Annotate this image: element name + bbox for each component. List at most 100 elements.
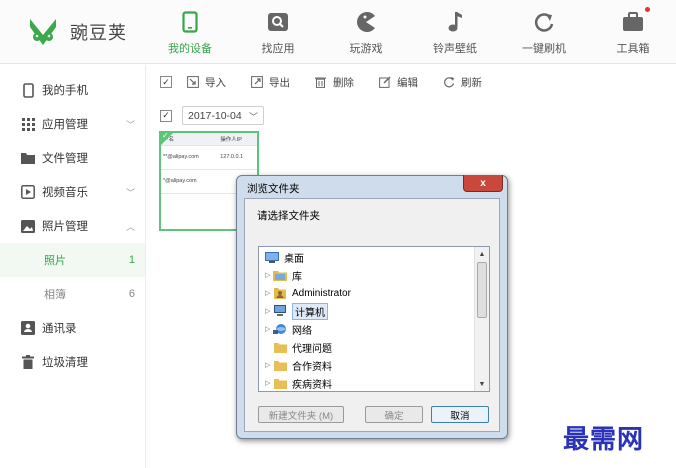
expand-arrow-icon[interactable]: ▷ <box>265 361 273 369</box>
nav-toolbox[interactable]: 工具箱 <box>588 8 676 60</box>
export-label: 导出 <box>269 76 290 89</box>
tree-item-label: 网络 <box>292 325 312 337</box>
ok-button[interactable]: 确定 <box>365 406 423 423</box>
folder-tree[interactable]: 桌面 ▷ 库 ▷ Administrator ▷ 计算机 ▷ 网络 代理问题 ▷… <box>258 246 490 392</box>
tree-item-administrator[interactable]: ▷ Administrator <box>265 284 351 302</box>
tree-item-computer[interactable]: ▷ 计算机 <box>265 302 328 320</box>
app-search-icon <box>233 8 323 36</box>
date-filter-row: ✓ 2017-10-04 ﹀ <box>160 106 264 125</box>
edit-icon <box>378 76 391 89</box>
sidebar-item-label: 垃圾清理 <box>42 357 88 369</box>
thumb-cell: 127.0.0.1 <box>218 145 257 170</box>
import-button[interactable]: 导入 <box>186 75 226 90</box>
sidebar-item-label: 相簿 <box>44 289 66 301</box>
phone-icon <box>20 82 36 98</box>
tree-item-label: Administrator <box>292 287 351 299</box>
select-all-checkbox[interactable]: ✓ <box>160 76 172 88</box>
close-button[interactable]: x <box>463 175 503 192</box>
expand-arrow-icon[interactable]: ▷ <box>265 289 273 297</box>
tree-item-label: 库 <box>292 271 302 283</box>
user-folder-icon <box>273 287 287 299</box>
notification-dot <box>645 7 650 12</box>
sidebar-item-albums[interactable]: 相簿 6 <box>0 277 145 311</box>
tree-item-label: 计算机 <box>292 302 328 320</box>
nav-ringtones-wallpaper[interactable]: 铃声壁纸 <box>410 8 500 60</box>
scroll-down-arrow-icon[interactable]: ▼ <box>475 377 489 391</box>
nav-label: 一键刷机 <box>522 43 566 55</box>
nav-one-click-flash[interactable]: 一键刷机 <box>499 8 589 60</box>
cancel-button[interactable]: 取消 <box>431 406 489 423</box>
item-count: 1 <box>128 254 135 266</box>
new-folder-button[interactable]: 新建文件夹 (M) <box>258 406 344 423</box>
folder-icon <box>273 359 287 371</box>
top-navigation-bar: 豌豆荚 我的设备 找应用 玩游戏 铃声壁纸 一键刷机 工具箱 <box>0 0 676 64</box>
nav-label: 我的设备 <box>168 43 212 55</box>
nav-find-apps[interactable]: 找应用 <box>233 8 323 60</box>
tree-item-label: 桌面 <box>284 253 304 265</box>
image-icon <box>20 218 36 234</box>
date-select[interactable]: 2017-10-04 ﹀ <box>182 106 264 125</box>
dialog-title: 浏览文件夹 <box>247 183 300 195</box>
computer-icon <box>273 305 287 317</box>
sidebar-item-contacts[interactable]: 通讯录 <box>0 311 145 345</box>
folder-icon <box>273 341 287 353</box>
browse-folder-dialog: 浏览文件夹 x 请选择文件夹 桌面 ▷ 库 ▷ Administrator ▷ … <box>236 175 508 439</box>
sidebar-item-file-management[interactable]: 文件管理 <box>0 141 145 175</box>
sidebar-item-label: 通讯录 <box>42 323 77 335</box>
sidebar-item-label: 应用管理 <box>42 119 88 131</box>
watermark-text: 最需网 <box>563 425 645 455</box>
trash-icon <box>314 76 327 89</box>
refresh-button[interactable]: 刷新 <box>442 75 482 90</box>
thumb-cell: **@alipay.com <box>161 145 219 170</box>
sidebar-item-my-phone[interactable]: 我的手机 <box>0 73 145 107</box>
cancel-label: 取消 <box>450 410 470 422</box>
pacman-icon <box>321 8 411 36</box>
network-icon <box>273 323 287 335</box>
check-icon: ✓ <box>162 131 169 140</box>
expand-arrow-icon[interactable]: ▷ <box>265 325 273 333</box>
sidebar-item-photo-management[interactable]: 照片管理 ︿ <box>0 209 145 243</box>
app-name: 豌豆荚 <box>70 23 127 43</box>
chevron-up-icon: ︿ <box>125 222 135 232</box>
app-logo[interactable]: 豌豆荚 <box>26 14 136 50</box>
new-folder-label: 新建文件夹 (M) <box>268 410 334 422</box>
import-label: 导入 <box>205 76 226 89</box>
tree-item-desktop[interactable]: 桌面 <box>265 248 304 266</box>
nav-games[interactable]: 玩游戏 <box>321 8 411 60</box>
sidebar-item-junk-cleanup[interactable]: 垃圾清理 <box>0 345 145 379</box>
toolbox-icon <box>588 8 676 36</box>
expand-arrow-icon[interactable]: ▷ <box>265 307 273 315</box>
play-icon <box>20 184 36 200</box>
delete-label: 删除 <box>333 76 354 89</box>
chevron-down-icon: ﹀ <box>125 188 135 198</box>
expand-arrow-icon[interactable]: ▷ <box>265 379 273 387</box>
tree-item-label: 代理问题 <box>292 343 332 355</box>
dialog-prompt: 请选择文件夹 <box>257 210 320 222</box>
sidebar-item-photos[interactable]: 照片 1 <box>0 243 145 277</box>
delete-button[interactable]: 删除 <box>314 75 354 90</box>
nav-label: 铃声壁纸 <box>433 43 477 55</box>
thumb-header-cell: 操作人IP <box>218 133 257 146</box>
edit-button[interactable]: 编辑 <box>378 75 418 90</box>
scrollbar-thumb[interactable] <box>477 262 487 318</box>
export-button[interactable]: 导出 <box>250 75 290 90</box>
scroll-up-arrow-icon[interactable]: ▲ <box>475 247 489 261</box>
sidebar-item-app-management[interactable]: 应用管理 ﹀ <box>0 107 145 141</box>
music-note-icon <box>410 8 500 36</box>
refresh-icon <box>442 76 455 89</box>
close-icon: x <box>480 177 486 189</box>
tree-item-library[interactable]: ▷ 库 <box>265 266 302 284</box>
tree-item-cooperation-materials[interactable]: ▷ 合作资料 <box>265 356 332 374</box>
sidebar: 我的手机 应用管理 ﹀ 文件管理 视频音乐 ﹀ 照片管理 ︿ 照片 1 相簿 6… <box>0 65 146 468</box>
nav-my-device[interactable]: 我的设备 <box>145 8 235 60</box>
refresh-label: 刷新 <box>461 76 482 89</box>
expand-arrow-icon[interactable]: ▷ <box>265 271 273 279</box>
tree-item-proxy-issues[interactable]: 代理问题 <box>273 338 332 356</box>
tree-item-label: 合作资料 <box>292 361 332 373</box>
date-group-checkbox[interactable]: ✓ <box>160 109 172 122</box>
tree-scrollbar[interactable]: ▲ ▼ <box>474 247 489 391</box>
tree-item-disease-materials[interactable]: ▷ 疾病资料 <box>265 374 332 391</box>
tree-item-network[interactable]: ▷ 网络 <box>265 320 312 338</box>
trash-icon <box>20 354 36 370</box>
sidebar-item-video-music[interactable]: 视频音乐 ﹀ <box>0 175 145 209</box>
